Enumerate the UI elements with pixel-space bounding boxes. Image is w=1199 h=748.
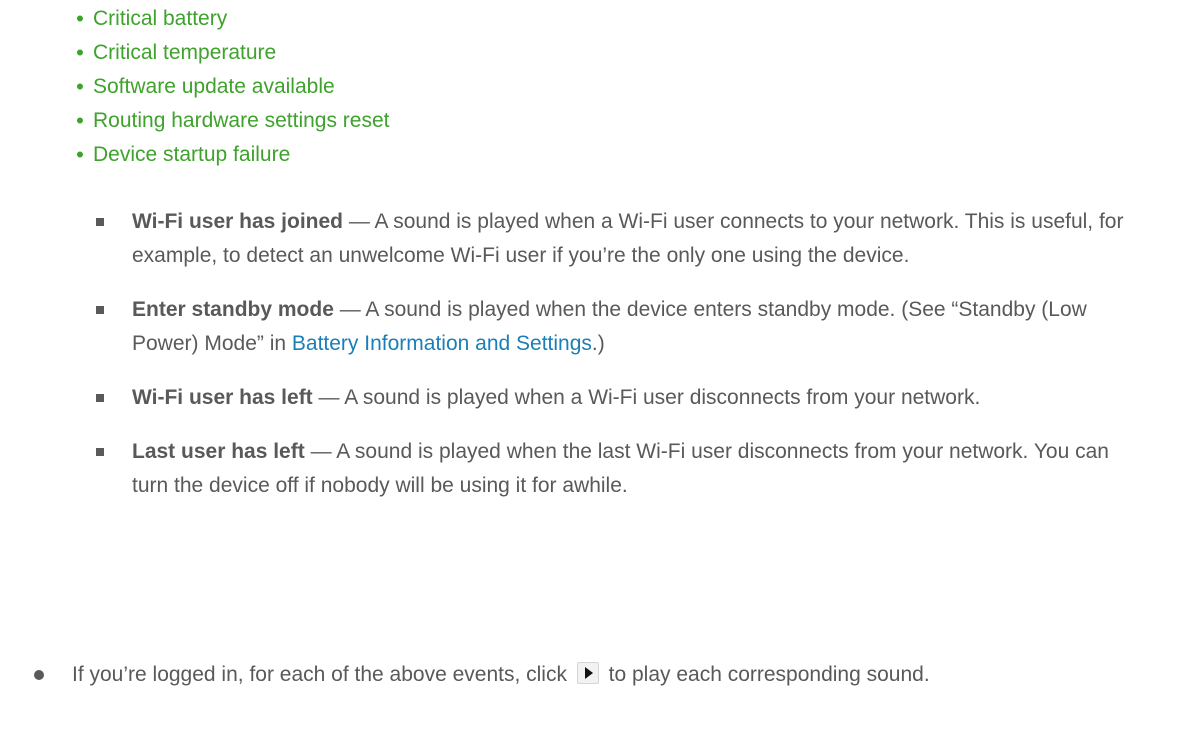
bullet-icon: • (76, 142, 84, 167)
play-note-text: If you’re logged in, for each of the abo… (72, 663, 573, 686)
play-note-text-end: to play each corresponding sound. (602, 663, 930, 686)
event-term: Wi-Fi user has left (132, 386, 313, 409)
bullet-icon: • (76, 40, 84, 65)
bullet-icon: • (76, 6, 84, 31)
event-item-enter-standby-mode: Enter standby mode — A sound is played w… (0, 293, 1142, 361)
square-bullet-icon (96, 218, 104, 226)
list-item-label: Routing hardware settings reset (93, 109, 390, 132)
event-term: Wi-Fi user has joined (132, 210, 344, 233)
square-bullet-icon (96, 306, 104, 314)
list-item: • Device startup failure (0, 138, 390, 172)
list-item-label: Device startup failure (93, 143, 291, 166)
play-icon[interactable] (576, 662, 599, 684)
square-bullet-icon (96, 448, 104, 456)
event-description-end: .) (591, 332, 605, 355)
event-term: Enter standby mode (132, 298, 334, 321)
battery-information-link[interactable]: Battery Information and Settings (292, 332, 592, 355)
event-item-wifi-user-left: Wi-Fi user has left — A sound is played … (0, 381, 1142, 415)
list-item: • Critical battery (0, 2, 390, 36)
play-sound-note: If you’re logged in, for each of the abo… (0, 658, 1142, 692)
list-item: • Software update available (0, 70, 390, 104)
event-description: — A sound is played when a Wi-Fi user di… (312, 386, 981, 409)
square-bullet-icon (96, 394, 104, 402)
list-item-label: Software update available (93, 75, 335, 98)
list-item: • Critical temperature (0, 36, 390, 70)
event-item-wifi-user-joined: Wi-Fi user has joined — A sound is playe… (0, 205, 1142, 273)
list-item: • Routing hardware settings reset (0, 104, 390, 138)
bullet-icon: • (76, 108, 84, 133)
list-item-label: Critical temperature (93, 41, 277, 64)
event-sound-list: Wi-Fi user has joined — A sound is playe… (0, 205, 1142, 523)
round-bullet-icon (34, 670, 44, 680)
alert-sound-list: • Critical battery • Critical temperatur… (0, 0, 390, 172)
event-term: Last user has left (132, 440, 305, 463)
event-item-last-user-left: Last user has left — A sound is played w… (0, 435, 1142, 503)
bullet-icon: • (76, 74, 84, 99)
list-item-label: Critical battery (93, 7, 228, 30)
